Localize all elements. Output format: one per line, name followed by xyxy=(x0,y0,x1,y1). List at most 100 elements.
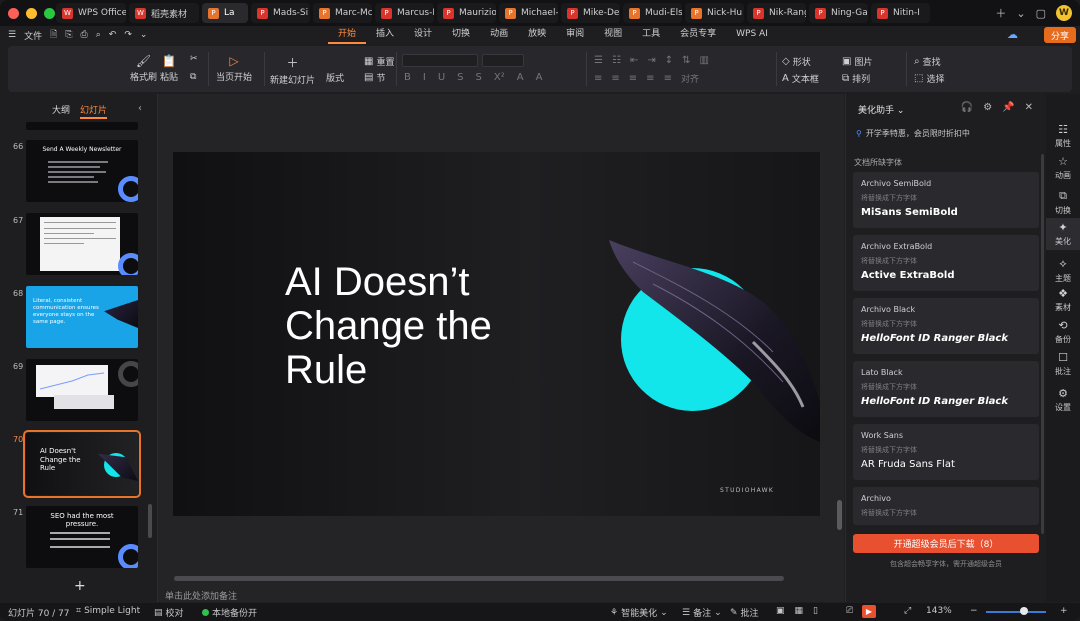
zoom-slider[interactable] xyxy=(986,611,1046,613)
picture-button[interactable]: ▣ 图片 xyxy=(842,55,872,68)
align-center-icon[interactable]: ≡ xyxy=(611,73,619,84)
theme-indicator[interactable]: ⌗ Simple Light xyxy=(76,606,140,616)
sidebar-item[interactable]: ☷ 属性 xyxy=(1046,120,1080,152)
document-tab[interactable]: P Maurizio xyxy=(437,3,496,23)
italic-icon[interactable]: I xyxy=(423,72,426,83)
close-window-button[interactable] xyxy=(8,7,19,19)
missing-font-card[interactable]: Archivo ExtraBold 将替换成下方字体 Active ExtraBol… xyxy=(853,235,1039,291)
notes-toggle[interactable]: ☰ 备注 ⌄ xyxy=(682,606,722,620)
editor-vertical-scrollbar[interactable] xyxy=(837,500,842,530)
gear-icon[interactable]: ⚙ xyxy=(983,102,992,113)
pin-icon[interactable]: 📌 xyxy=(1002,102,1014,113)
undo-icon[interactable]: ↶ xyxy=(109,30,117,40)
new-tab-icon[interactable]: ＋ xyxy=(995,5,1006,21)
cloud-icon[interactable]: ☁ xyxy=(1007,28,1018,41)
tab-list-chevron-icon[interactable]: ⌄ xyxy=(1016,7,1025,20)
slide-title[interactable]: AI Doesn’t Change the Rule xyxy=(285,260,565,392)
document-tab[interactable]: P La xyxy=(202,3,248,23)
play-from-current-button[interactable]: ▷ 当页开始 xyxy=(216,54,252,83)
ribbon-tab[interactable]: 会员专享 xyxy=(670,26,726,44)
preview-icon[interactable]: ⌕ xyxy=(96,30,101,40)
slide-canvas[interactable]: AI Doesn’t Change the Rule STUDIOHAWK xyxy=(173,152,820,516)
panel-scrollbar[interactable] xyxy=(1041,154,1044,534)
indent-decrease-icon[interactable]: ⇤ xyxy=(630,55,638,66)
document-tab[interactable]: P Ning-Ga xyxy=(809,3,868,23)
underline-icon[interactable]: U xyxy=(438,72,445,83)
bold-icon[interactable]: B xyxy=(404,72,411,83)
document-tab[interactable]: P Nik-Rang xyxy=(747,3,806,23)
sidebar-item[interactable]: ☆ 动画 xyxy=(1046,152,1080,184)
tab-outline[interactable]: 大纲 xyxy=(52,103,70,119)
document-tab[interactable]: P Nitin-I xyxy=(871,3,930,23)
document-tab[interactable]: P Mads-Si xyxy=(251,3,310,23)
thumbnails-scrollbar[interactable] xyxy=(148,504,152,538)
highlight-icon[interactable]: A xyxy=(536,72,543,83)
document-tab[interactable]: P Mudi-Els xyxy=(623,3,682,23)
sidebar-item[interactable]: ❖ 素材 xyxy=(1046,284,1080,316)
slide-thumbnail-68[interactable]: Literal, consistent communication ensure… xyxy=(26,286,138,348)
columns-icon[interactable]: ▥ xyxy=(700,55,709,66)
add-slide-button[interactable]: + xyxy=(74,578,86,594)
numbering-icon[interactable]: ☷ xyxy=(612,55,621,66)
collapse-panel-icon[interactable]: ‹ xyxy=(138,103,142,114)
zoom-level[interactable]: 143% xyxy=(926,606,952,616)
align-label[interactable]: 对齐 xyxy=(681,72,699,85)
section-button[interactable]: ▤ 节 xyxy=(364,71,385,84)
avatar[interactable]: W xyxy=(1056,5,1072,21)
ribbon-tab[interactable]: 动画 xyxy=(480,26,518,44)
arrange-button[interactable]: ⧉ 排列 xyxy=(842,72,870,85)
sorter-view-icon[interactable]: ▦ xyxy=(795,606,804,616)
sidebar-item[interactable]: ⚙ 设置 xyxy=(1046,384,1080,416)
export-icon[interactable]: ⎘ xyxy=(65,30,72,40)
distribute-icon[interactable]: ≡ xyxy=(664,73,672,84)
slide-thumbnail-partial[interactable] xyxy=(26,122,138,130)
text-direction-icon[interactable]: ⇅ xyxy=(682,55,690,66)
zoom-out-icon[interactable]: − xyxy=(970,606,978,616)
justify-icon[interactable]: ≡ xyxy=(646,73,654,84)
ribbon-tab[interactable]: WPS AI xyxy=(726,26,778,44)
proofread-button[interactable]: ▤ 校对 xyxy=(154,606,184,620)
indent-increase-icon[interactable]: ⇥ xyxy=(647,55,655,66)
hamburger-icon[interactable]: ☰ xyxy=(8,30,16,40)
new-slide-button[interactable]: ＋ 新建幻灯片 xyxy=(270,54,315,86)
promo-banner[interactable]: ⚲ 开学季特惠，会员限时折扣中 xyxy=(856,128,970,139)
zoom-slider-handle[interactable] xyxy=(1020,607,1028,615)
textbox-button[interactable]: A 文本框 xyxy=(782,72,819,85)
font-family-select[interactable] xyxy=(402,54,478,67)
missing-font-card[interactable]: Archivo 将替换成下方字体 xyxy=(853,487,1039,525)
presenter-icon[interactable]: ⎚ xyxy=(846,606,853,616)
slide-thumbnail-69[interactable] xyxy=(26,359,138,421)
sidebar-item[interactable]: ☐ 批注 xyxy=(1046,348,1080,380)
editor-horizontal-scrollbar[interactable] xyxy=(174,576,784,581)
document-tab[interactable]: P Nick-Hu xyxy=(685,3,744,23)
zoom-in-icon[interactable]: + xyxy=(1060,606,1068,616)
slide-thumbnail-70[interactable]: AI Doesn't Change the Rule xyxy=(23,430,141,498)
layout-button[interactable]: 版式 xyxy=(326,71,344,84)
ribbon-tab[interactable]: 放映 xyxy=(518,26,556,44)
print-icon[interactable]: ⎙ xyxy=(81,30,88,40)
copy-icon[interactable]: ⧉ xyxy=(190,72,196,82)
fit-window-icon[interactable]: ⤢ xyxy=(904,606,911,616)
superscript-icon[interactable]: X² xyxy=(494,72,505,83)
document-tab[interactable]: P Marc-Mc xyxy=(313,3,372,23)
ribbon-tab[interactable]: 审阅 xyxy=(556,26,594,44)
document-tab[interactable]: P Mike-De xyxy=(561,3,620,23)
ribbon-tab[interactable]: 视图 xyxy=(594,26,632,44)
tab-slides[interactable]: 幻灯片 xyxy=(80,103,108,119)
document-tab[interactable]: W 稻壳素材 xyxy=(129,3,199,23)
font-size-select[interactable] xyxy=(482,54,524,67)
smart-beautify-button[interactable]: ⚘ 智能美化 ⌄ xyxy=(610,606,668,620)
window-layout-icon[interactable]: ▢ xyxy=(1036,7,1046,20)
font-color-icon[interactable]: A xyxy=(517,72,524,83)
share-button[interactable]: 分享 xyxy=(1043,27,1076,43)
reset-button[interactable]: ▦ 重置 xyxy=(364,55,394,68)
document-tab[interactable]: P Marcus-I xyxy=(375,3,434,23)
headset-icon[interactable]: 🎧 xyxy=(961,102,973,113)
missing-font-card[interactable]: Archivo Black 将替换成下方字体 HelloFont ID Ranger… xyxy=(853,298,1039,354)
minimize-window-button[interactable] xyxy=(26,7,37,19)
bullets-icon[interactable]: ☰ xyxy=(594,55,603,66)
strikethrough-icon[interactable]: S xyxy=(457,72,463,83)
document-tab[interactable]: W WPS Office xyxy=(56,3,126,23)
sidebar-item[interactable]: ✦ 美化 xyxy=(1046,218,1080,250)
ribbon-tab[interactable]: 切换 xyxy=(442,26,480,44)
